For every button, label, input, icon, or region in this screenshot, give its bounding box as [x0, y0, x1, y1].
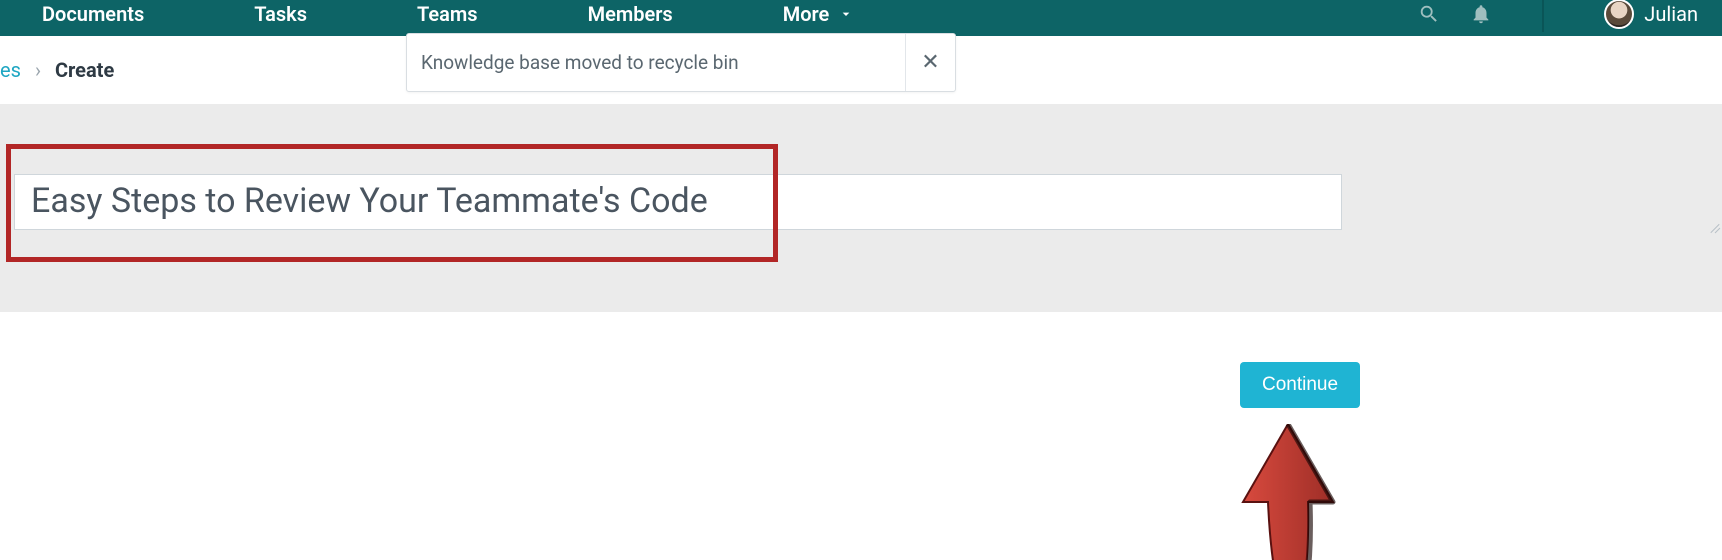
- nav-more[interactable]: More: [783, 2, 858, 26]
- nav-more-label: More: [783, 2, 830, 26]
- user-menu[interactable]: Julian: [1604, 0, 1698, 29]
- search-icon[interactable]: [1418, 3, 1440, 25]
- nav-teams[interactable]: Teams: [417, 2, 478, 26]
- toast-close-button[interactable]: ✕: [905, 34, 955, 91]
- main-content: Continue: [0, 104, 1722, 312]
- top-nav: Documents Tasks Teams Members More Julia…: [0, 0, 1722, 36]
- breadcrumb-prev[interactable]: es: [0, 58, 21, 82]
- toast-notification: Knowledge base moved to recycle bin ✕: [406, 33, 956, 92]
- nav-tasks[interactable]: Tasks: [254, 2, 307, 26]
- annotation-arrow: [1238, 424, 1338, 560]
- breadcrumb-separator: ›: [35, 58, 41, 82]
- avatar: [1604, 0, 1634, 29]
- resize-handle-icon[interactable]: [1708, 220, 1720, 232]
- continue-button[interactable]: Continue: [1240, 362, 1360, 408]
- user-separator: [1542, 0, 1544, 32]
- nav-members[interactable]: Members: [588, 2, 673, 26]
- title-field-wrap: [14, 174, 1722, 234]
- breadcrumb-current: Create: [55, 58, 114, 82]
- nav-right: Julian: [1418, 0, 1698, 32]
- nav-left: Documents Tasks Teams Members More: [24, 2, 857, 26]
- close-icon: ✕: [921, 50, 939, 75]
- user-name: Julian: [1644, 2, 1698, 26]
- toast-message: Knowledge base moved to recycle bin: [421, 51, 895, 74]
- nav-documents[interactable]: Documents: [42, 2, 144, 26]
- bell-icon[interactable]: [1470, 3, 1492, 25]
- chevron-down-icon: [835, 3, 857, 25]
- title-input[interactable]: [14, 174, 1342, 230]
